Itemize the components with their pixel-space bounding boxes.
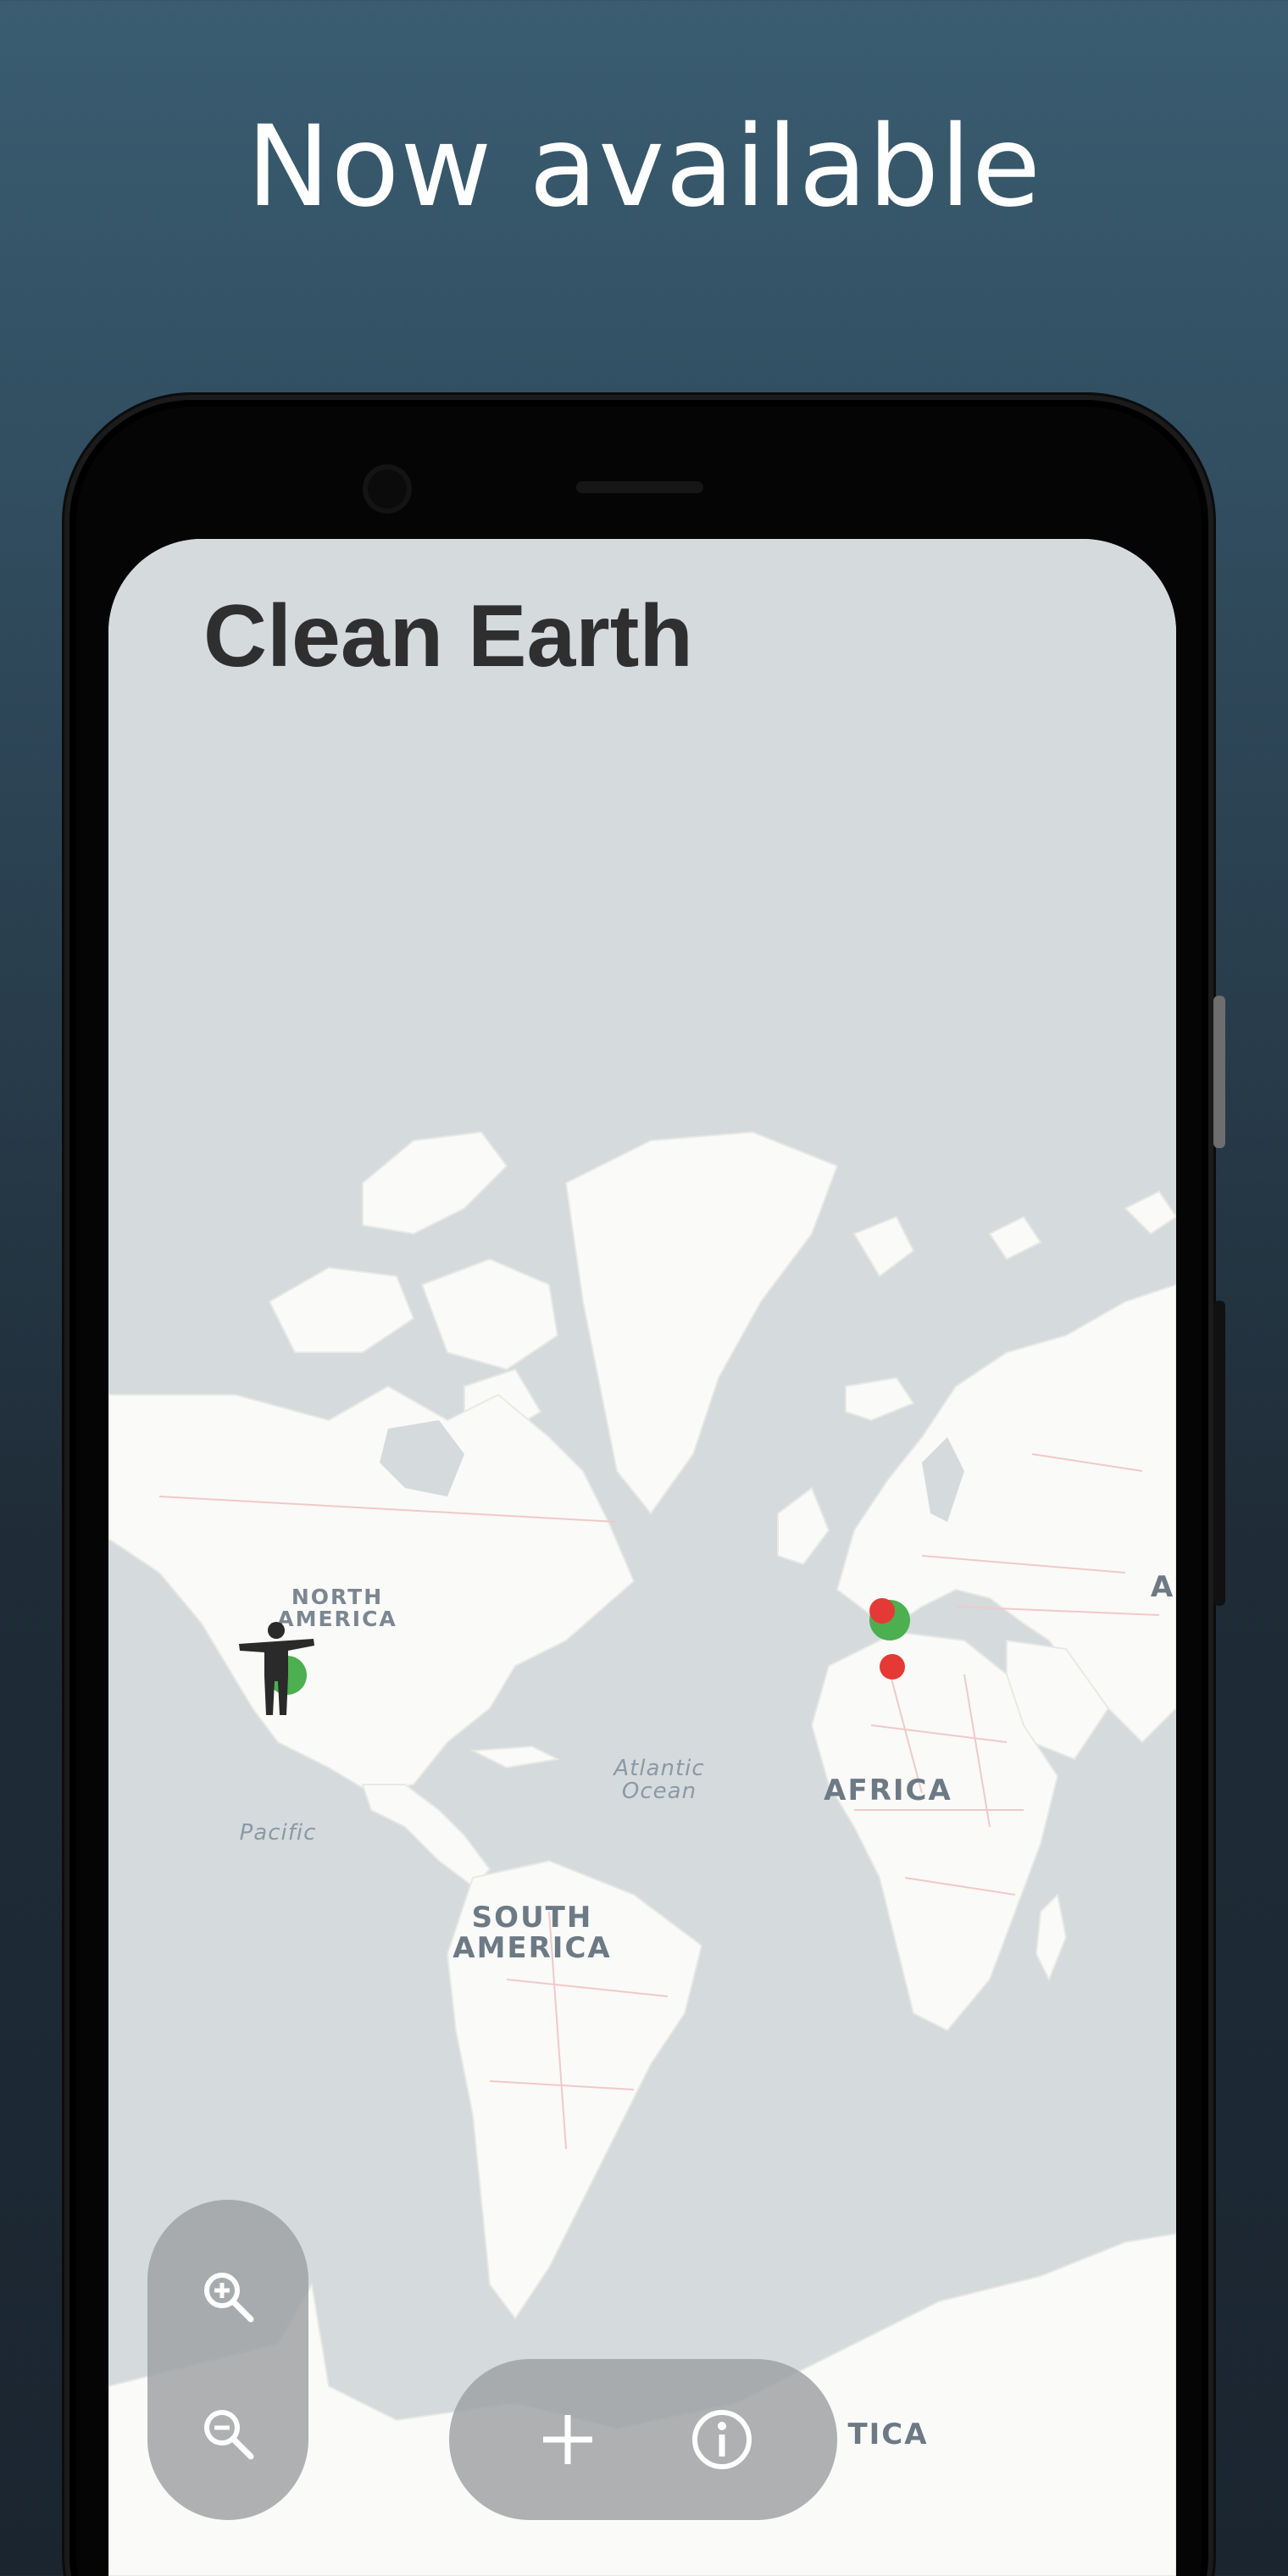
zoom-out-button[interactable] [186, 2391, 270, 2476]
phone-volume-button [1213, 1301, 1225, 1606]
app-title: Clean Earth [203, 587, 693, 686]
zoom-in-icon [204, 2273, 254, 2323]
zoom-out-icon [204, 2410, 254, 2460]
app-screen: NORTH AMERICA SOUTH AMERICA AFRICA A TIC… [108, 539, 1176, 2576]
map-label-asia: A [1150, 1570, 1175, 1604]
user-location-icon[interactable] [236, 1622, 320, 1715]
camera-icon [363, 464, 412, 514]
zoom-controls [147, 2200, 308, 2520]
map-label-antarctica: TICA [847, 2418, 929, 2451]
zoom-in-button[interactable] [186, 2254, 270, 2339]
promo-headline: Now available [246, 102, 1042, 232]
action-controls [449, 2359, 837, 2520]
map-label-africa: AFRICA [824, 1774, 952, 1807]
info-button[interactable] [680, 2397, 764, 2482]
map-pin-red[interactable] [880, 1654, 905, 1679]
map-label-south-america: SOUTH AMERICA [452, 1901, 612, 1965]
info-icon [692, 2410, 752, 2469]
speaker-grille [576, 481, 703, 493]
plus-icon [543, 2415, 592, 2464]
add-button[interactable] [525, 2397, 610, 2482]
map-pin-red[interactable] [869, 1598, 895, 1624]
phone-power-button [1213, 996, 1225, 1148]
map-label-pacific: Pacific [239, 1820, 317, 1846]
map-label-atlantic-ocean: Atlantic Ocean [613, 1756, 705, 1805]
